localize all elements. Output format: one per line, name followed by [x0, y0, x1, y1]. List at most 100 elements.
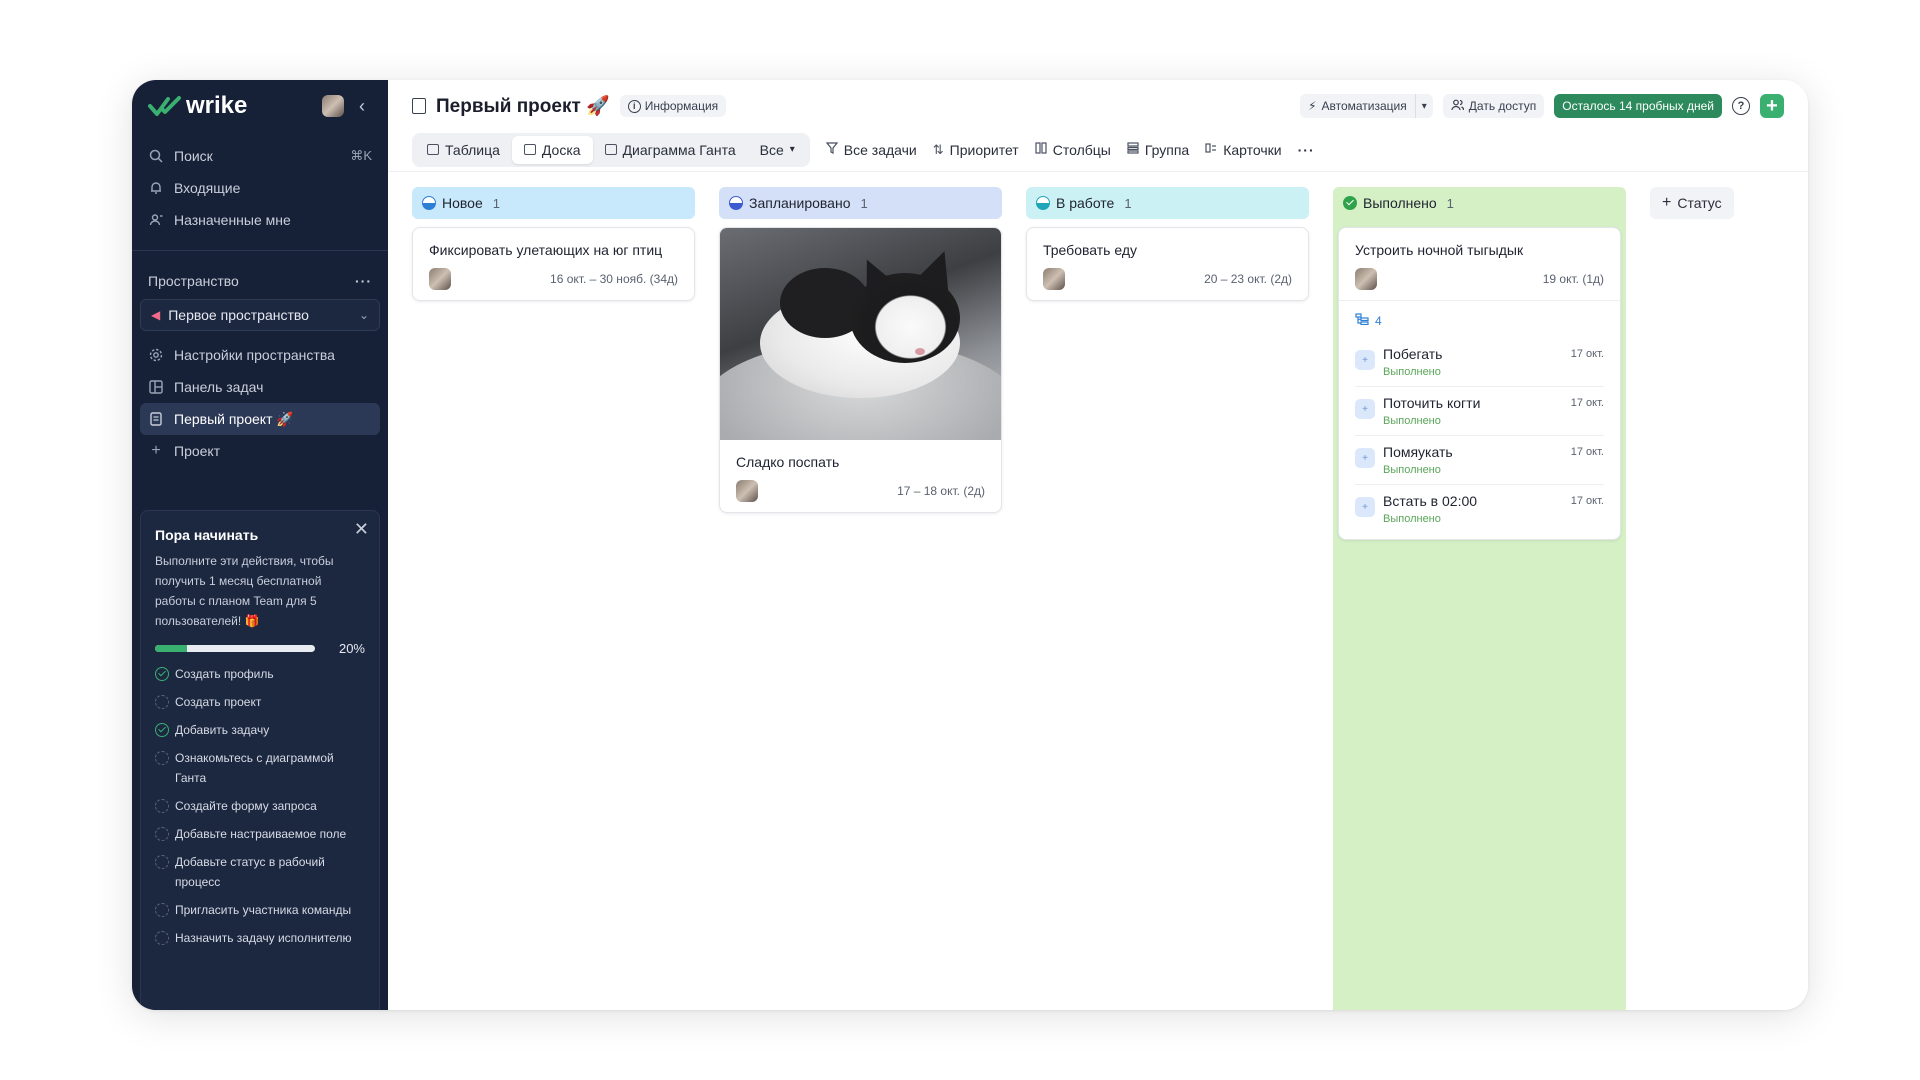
info-button[interactable]: i Информация: [619, 95, 727, 117]
collapse-sidebar-icon[interactable]: ‹: [352, 96, 372, 116]
checklist-item[interactable]: Добавьте статус в рабочий процесс: [155, 852, 365, 892]
sidebar-item-space-settings[interactable]: Настройки пространства: [132, 339, 388, 371]
assignee-avatar[interactable]: [736, 480, 758, 502]
task-date: 17 – 18 окт. (2д): [897, 484, 985, 498]
subtask-status: Выполнено: [1383, 415, 1441, 427]
sidebar: wrike ‹ Поиск ⌘K Входящие Назначенные мн…: [132, 80, 388, 1010]
unassigned-avatar-icon[interactable]: +: [1355, 497, 1375, 517]
checklist-item[interactable]: Создать профиль: [155, 664, 365, 684]
user-avatar[interactable]: [322, 95, 344, 117]
task-card[interactable]: Требовать еду 20 – 23 окт. (2д): [1026, 227, 1309, 301]
trial-badge[interactable]: Осталось 14 пробных дней: [1554, 94, 1722, 118]
status-new-icon: [422, 196, 436, 210]
tab-board[interactable]: Доска: [511, 135, 593, 164]
dashed-circle-icon: [155, 695, 169, 709]
checklist-item[interactable]: Добавить задачу: [155, 720, 365, 740]
assignee-avatar[interactable]: [1043, 268, 1065, 290]
search-shortcut: ⌘K: [350, 148, 372, 163]
subtask-row[interactable]: + Поточить когти Выполнено 17 окт.: [1355, 387, 1604, 436]
task-card[interactable]: Устроить ночной тыгыдык 19 окт. (1д) 4 +…: [1338, 227, 1621, 540]
promo-title: Пора начинать: [155, 527, 259, 543]
help-icon[interactable]: ?: [1732, 97, 1750, 115]
automation-button[interactable]: ⚡ Автоматизация ▾: [1300, 94, 1433, 118]
unassigned-avatar-icon[interactable]: +: [1355, 399, 1375, 419]
sidebar-item-first-project[interactable]: Первый проект 🚀: [140, 403, 380, 435]
subtask-count-toggle[interactable]: 4: [1355, 313, 1604, 328]
column-header[interactable]: Новое 1: [412, 187, 695, 219]
group-icon: [1127, 142, 1139, 157]
column-header[interactable]: В работе 1: [1026, 187, 1309, 219]
subtask-name: Побегать: [1383, 346, 1443, 362]
progress-bar-fill: [155, 645, 187, 652]
space-section-label: Пространство: [148, 273, 239, 289]
column-planned: Запланировано 1 Сладко поспать 17 – 18 о…: [719, 187, 1002, 513]
bell-icon: [148, 180, 164, 196]
subtask-text: Побегать Выполнено: [1383, 346, 1563, 378]
assignee-avatar[interactable]: [429, 268, 451, 290]
chevron-down-icon: ▾: [789, 144, 795, 155]
unassigned-avatar-icon[interactable]: +: [1355, 350, 1375, 370]
sidebar-item-label: Первый проект 🚀: [174, 410, 294, 427]
filter-all-tasks[interactable]: Все задачи: [825, 142, 917, 158]
share-button[interactable]: Дать доступ: [1442, 94, 1545, 118]
subtask-list: + Побегать Выполнено 17 окт. + Поточить когти…: [1355, 338, 1604, 533]
unassigned-avatar-icon[interactable]: +: [1355, 448, 1375, 468]
space-selector[interactable]: ◀ Первое пространство ⌄: [140, 299, 380, 331]
more-icon[interactable]: ···: [355, 273, 372, 289]
checklist-item[interactable]: Создать проект: [155, 692, 365, 712]
column-count: 1: [1124, 195, 1132, 211]
task-card[interactable]: Фиксировать улетающих на юг птиц 16 окт.…: [412, 227, 695, 301]
tool-label: Приоритет: [949, 141, 1019, 158]
assignee-avatar[interactable]: [1355, 268, 1377, 290]
close-icon[interactable]: ✕: [354, 519, 369, 540]
column-header[interactable]: Выполнено 1: [1338, 187, 1621, 219]
subtask-text: Встать в 02:00 Выполнено: [1383, 493, 1563, 525]
sort-priority[interactable]: ⇅ Приоритет: [933, 142, 1019, 158]
page-title[interactable]: Первый проект 🚀: [436, 94, 610, 118]
sidebar-item-label: Панель задач: [174, 379, 264, 395]
tab-gantt[interactable]: Диаграмма Ганта: [593, 136, 748, 164]
checklist-item[interactable]: Пригласить участника команды: [155, 900, 365, 920]
checklist-item-label: Создайте форму запроса: [175, 799, 317, 813]
subtask-date: 17 окт.: [1570, 397, 1604, 409]
tool-label: Столбцы: [1052, 141, 1111, 158]
wrike-logo[interactable]: wrike: [148, 92, 247, 120]
chevron-down-icon[interactable]: ▾: [1414, 94, 1433, 118]
create-button[interactable]: +: [1760, 94, 1784, 118]
nav-search[interactable]: Поиск ⌘K: [132, 140, 388, 172]
promo-progress: 20%: [155, 641, 365, 656]
column-header[interactable]: Запланировано 1: [719, 187, 1002, 219]
tab-all-views[interactable]: Все ▾: [748, 136, 807, 164]
subtasks-icon: [1355, 313, 1369, 328]
subtask-row[interactable]: + Помяукать Выполнено 17 окт.: [1355, 436, 1604, 485]
onboarding-panel: ✕ Пора начинать Выполните эти действия, …: [140, 510, 380, 1010]
subtask-date: 17 окт.: [1570, 348, 1604, 360]
subtask-row[interactable]: + Встать в 02:00 Выполнено 17 окт.: [1355, 485, 1604, 533]
checklist-item-label: Пригласить участника команды: [175, 903, 352, 917]
sidebar-item-label: Проект: [174, 443, 221, 459]
nav-assigned[interactable]: Назначенные мне: [132, 204, 388, 236]
add-status-button[interactable]: + Статус: [1650, 187, 1734, 219]
cards-button[interactable]: Карточки: [1205, 142, 1282, 158]
group-button[interactable]: Группа: [1127, 142, 1189, 158]
column-title: В работе: [1056, 195, 1115, 211]
columns-button[interactable]: Столбцы: [1035, 142, 1111, 158]
tab-table[interactable]: Таблица: [415, 136, 512, 164]
task-card[interactable]: Сладко поспать 17 – 18 окт. (2д): [719, 227, 1002, 513]
checklist-item[interactable]: Ознакомьтесь с диаграммой Ганта: [155, 748, 365, 788]
add-status-label: Статус: [1677, 195, 1722, 211]
kanban-board: Новое 1 Фиксировать улетающих на юг птиц…: [412, 187, 1808, 1010]
checklist-item[interactable]: Назначить задачу исполнителю: [155, 928, 365, 948]
sidebar-item-add-project[interactable]: + Проект: [132, 435, 388, 467]
more-options-icon[interactable]: ···: [1298, 142, 1315, 158]
subtask-row[interactable]: + Побегать Выполнено 17 окт.: [1355, 338, 1604, 387]
checklist-item[interactable]: Добавьте настраиваемое поле: [155, 824, 365, 844]
nav-inbox[interactable]: Входящие: [132, 172, 388, 204]
checklist-item-label: Добавить задачу: [175, 723, 270, 737]
project-header: Первый проект 🚀 i Информация ⚡ Автоматиз…: [388, 80, 1808, 132]
project-doc-icon: [412, 98, 426, 114]
checklist-item[interactable]: Создайте форму запроса: [155, 796, 365, 816]
sidebar-item-dashboard[interactable]: Панель задач: [132, 371, 388, 403]
column-count: 1: [492, 195, 500, 211]
logo-text: wrike: [186, 92, 248, 119]
